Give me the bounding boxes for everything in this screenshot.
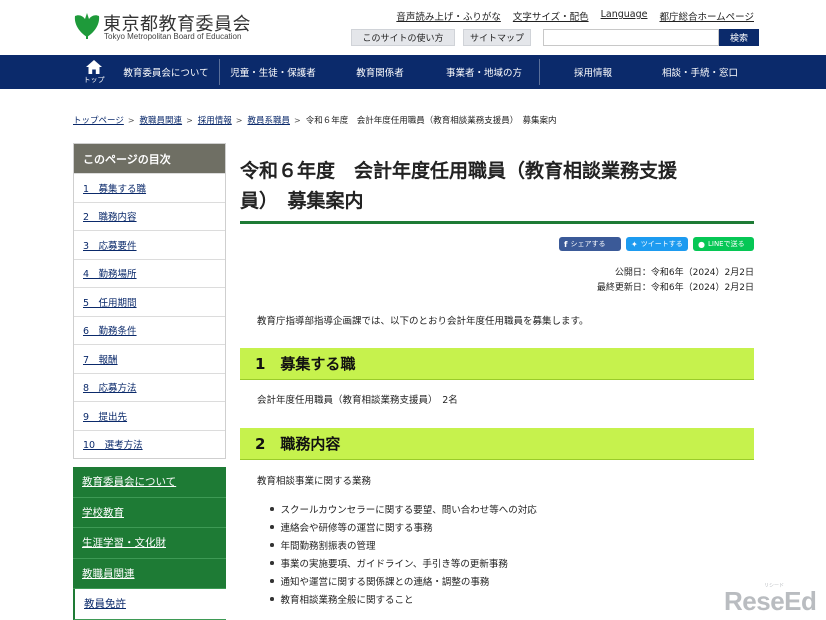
section-heading: 2 職務内容 (240, 428, 754, 460)
gnav-home-label: トップ (83, 75, 105, 84)
duty-text: 事業の実施要項、ガイドライン、手引き等の更新事務 (280, 559, 508, 570)
chevron-right-icon: > (127, 115, 135, 125)
facebook-share-label: シェアする (570, 240, 606, 248)
list-item: 通知や運営に関する関係課との連絡・調整の事務 (270, 572, 537, 590)
list-item: 教育相談業務全般に関すること (270, 590, 537, 608)
gnav-item-board[interactable]: 教育委員会について (116, 55, 216, 89)
toc-item[interactable]: 1 募集する職 (74, 173, 225, 202)
search-input[interactable] (543, 29, 719, 46)
site-guide-button[interactable]: このサイトの使い方 (351, 29, 455, 46)
list-item: 年間勤務割振表の管理 (270, 536, 537, 554)
logo-english-name: Tokyo Metropolitan Board of Education (104, 32, 242, 41)
facebook-share-button[interactable]: f シェアする (559, 237, 621, 251)
bullet-icon (270, 525, 274, 529)
duty-text: 通知や運営に関する関係課との連絡・調整の事務 (280, 577, 490, 588)
util-link-metro-home[interactable]: 都庁総合ホームページ (659, 9, 754, 23)
page-dates: 公開日：令和6年（2024）2月2日 最終更新日：令和6年（2024）2月2日 (597, 266, 754, 296)
resemom-watermark: リシード ReseEd (724, 582, 824, 618)
side-nav: 教育委員会について 学校教育 生涯学習・文化財 教職員関連 教員免許 (73, 467, 226, 620)
watermark-text: ReseEd (724, 586, 817, 616)
ginkgo-logo-icon (74, 13, 100, 39)
breadcrumb-staff[interactable]: 教職員関連 (140, 114, 183, 126)
global-nav: トップ 教育委員会について 児童・生徒・保護者 教育関係者 事業者・地域の方 採… (0, 55, 826, 89)
bullet-icon (270, 597, 274, 601)
twitter-share-label: ツイートする (640, 240, 683, 248)
toc-item[interactable]: 10 選考方法 (74, 429, 225, 459)
toc-item[interactable]: 9 提出先 (74, 401, 225, 430)
header-tools: このサイトの使い方 サイトマップ 検索 (351, 29, 759, 46)
side-nav-item-staff[interactable]: 教職員関連 (73, 559, 226, 589)
side-nav-item-license[interactable]: 教員免許 (73, 589, 226, 620)
toc-item[interactable]: 8 応募方法 (74, 372, 225, 402)
util-link-language[interactable]: Language (601, 9, 648, 23)
duty-text: スクールカウンセラーに関する要望、問い合わせ等への対応 (280, 505, 537, 516)
gnav-home[interactable]: トップ (79, 55, 109, 89)
page-title-line1: 令和６年度 会計年度任用職員（教育相談業務支援 (240, 160, 678, 182)
gnav-item-consultation[interactable]: 相談・手続・窓口 (650, 55, 750, 89)
toc-item[interactable]: 7 報酬 (74, 344, 225, 373)
gnav-item-educators[interactable]: 教育関係者 (330, 55, 430, 89)
list-item: スクールカウンセラーに関する要望、問い合わせ等への対応 (270, 500, 537, 518)
section-text: 会計年度任用職員（教育相談業務支援員） 2名 (257, 395, 458, 406)
gnav-item-business[interactable]: 事業者・地域の方 (434, 55, 534, 89)
line-share-label: LINEで送る (707, 240, 745, 248)
toc-title: このページの目次 (74, 144, 225, 173)
duties-list: スクールカウンセラーに関する要望、問い合わせ等への対応 連絡会や研修等の運営に関… (270, 500, 537, 608)
breadcrumb-top[interactable]: トップページ (73, 114, 124, 126)
gnav-item-students[interactable]: 児童・生徒・保護者 (223, 55, 323, 89)
sitemap-button[interactable]: サイトマップ (463, 29, 531, 46)
toc-item[interactable]: 6 勤務条件 (74, 315, 225, 345)
util-link-text-size[interactable]: 文字サイズ・配色 (513, 9, 589, 23)
toc-item[interactable]: 4 勤務場所 (74, 258, 225, 288)
page-toc: このページの目次 1 募集する職 2 職務内容 3 応募要件 4 勤務場所 5 … (73, 143, 226, 459)
bullet-icon (270, 507, 274, 511)
toc-item[interactable]: 2 職務内容 (74, 201, 225, 231)
side-nav-item-lifelong[interactable]: 生涯学習・文化財 (73, 528, 226, 559)
line-icon: ● (698, 239, 705, 249)
title-divider (240, 221, 754, 224)
side-nav-item-school[interactable]: 学校教育 (73, 498, 226, 528)
page-title: 令和６年度 会計年度任用職員（教育相談業務支援 員） 募集案内 (240, 156, 752, 216)
search-button[interactable]: 検索 (719, 29, 759, 46)
section-text: 教育相談事業に関する業務 (257, 476, 372, 487)
list-item: 連絡会や研修等の運営に関する事務 (270, 518, 537, 536)
twitter-share-button[interactable]: ✦ ツイートする (626, 237, 688, 251)
side-nav-item-board[interactable]: 教育委員会について (73, 467, 226, 498)
chevron-right-icon: > (294, 115, 301, 125)
published-date: 公開日：令和6年（2024）2月2日 (614, 268, 754, 278)
breadcrumb: トップページ > 教職員関連 > 採用情報 > 教員系職員 > 令和６年度 会計年度任用… (73, 114, 557, 127)
breadcrumb-recruitment[interactable]: 採用情報 (198, 114, 232, 126)
chevron-right-icon: > (235, 115, 243, 125)
bullet-icon (270, 579, 274, 583)
duty-text: 連絡会や研修等の運営に関する事務 (280, 523, 433, 534)
toc-item[interactable]: 5 任用期間 (74, 287, 225, 316)
util-link-read-aloud[interactable]: 音声読み上げ・ふりがな (396, 9, 501, 23)
toc-item[interactable]: 3 応募要件 (74, 230, 225, 259)
gnav-divider (219, 59, 220, 85)
breadcrumb-current: 令和６年度 会計年度任用職員（教育相談業務支援員） 募集案内 (305, 116, 557, 126)
breadcrumb-teaching-staff[interactable]: 教員系職員 (247, 114, 290, 126)
line-share-button[interactable]: ● LINEで送る (693, 237, 754, 251)
gnav-divider (539, 59, 540, 85)
duty-text: 教育相談業務全般に関すること (280, 595, 414, 606)
duty-text: 年間勤務割振表の管理 (280, 541, 376, 552)
gnav-item-recruitment[interactable]: 採用情報 (543, 55, 643, 89)
site-logo[interactable]: 東京都教育委員会 Tokyo Metropolitan Board of Edu… (73, 10, 273, 44)
home-icon (86, 59, 102, 74)
twitter-bird-icon: ✦ (631, 239, 638, 249)
list-item: 事業の実施要項、ガイドライン、手引き等の更新事務 (270, 554, 537, 572)
utility-links: 音声読み上げ・ふりがな 文字サイズ・配色 Language 都庁総合ホームページ (396, 9, 754, 23)
facebook-icon: f (564, 239, 568, 249)
bullet-icon (270, 561, 274, 565)
updated-date: 最終更新日：令和6年（2024）2月2日 (596, 283, 754, 293)
bullet-icon (270, 543, 274, 547)
lead-text: 教育庁指導部指導企画課では、以下のとおり会計年度任用職員を募集します。 (257, 316, 589, 327)
section-heading: 1 募集する職 (240, 348, 754, 380)
chevron-right-icon: > (186, 115, 193, 125)
page-title-line2: 員） 募集案内 (240, 190, 364, 212)
